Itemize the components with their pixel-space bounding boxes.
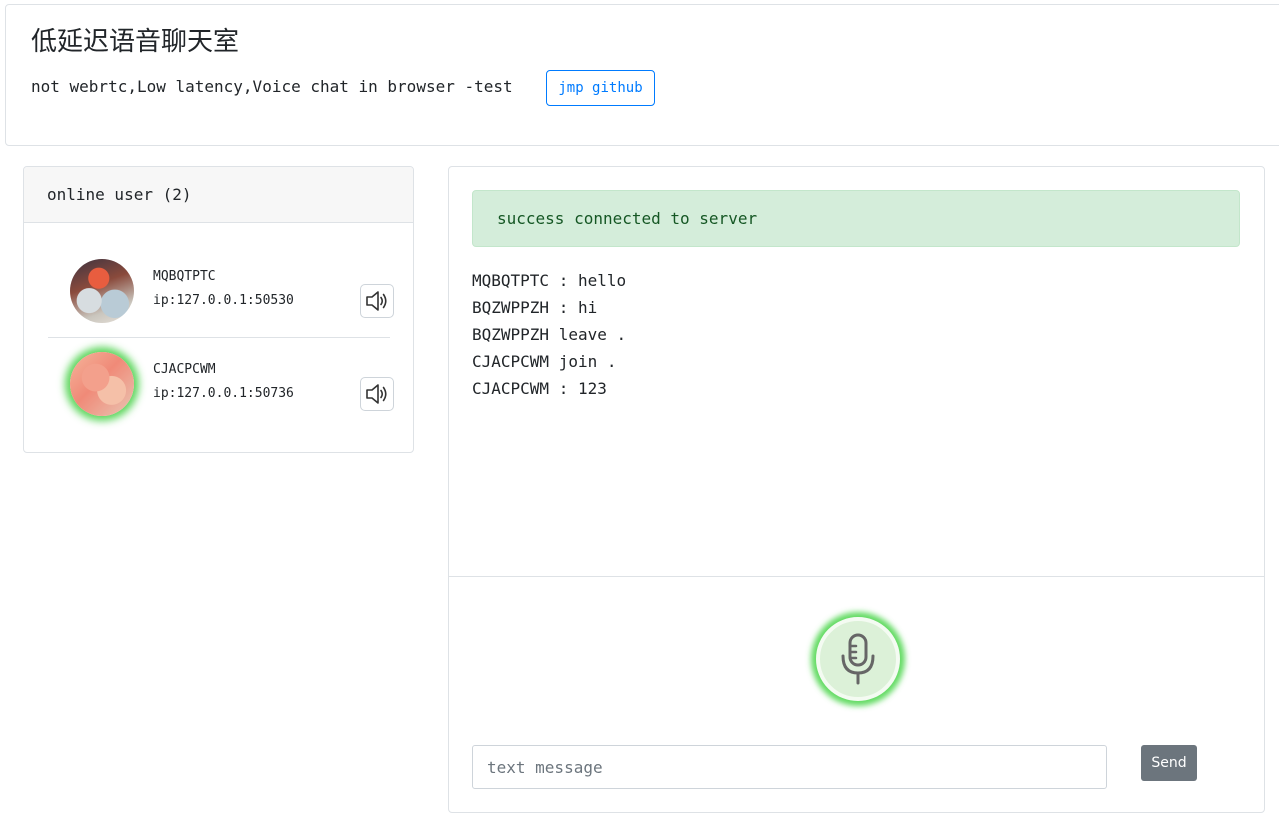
chat-card: success connected to server MQBQTPTC : h… [448, 166, 1265, 813]
online-users-card: online user (2) MQBQTPTC ip:127.0.0.1:50… [23, 166, 414, 453]
message-input[interactable] [472, 745, 1107, 789]
status-alert: success connected to server [472, 190, 1240, 247]
avatar [70, 352, 134, 416]
online-users-header: online user (2) [24, 167, 413, 223]
user-item: MQBQTPTC ip:127.0.0.1:50530 [48, 246, 394, 338]
user-name: CJACPCWM [153, 362, 216, 377]
microphone-button[interactable] [816, 617, 900, 701]
divider [449, 576, 1264, 577]
avatar [70, 259, 134, 323]
user-name: MQBQTPTC [153, 269, 216, 284]
mute-user-button[interactable] [360, 284, 394, 318]
chat-message: BQZWPPZH : hi [472, 298, 598, 317]
speaker-icon [366, 291, 387, 311]
github-button[interactable]: jmp github [546, 70, 655, 106]
speaker-icon [366, 384, 387, 404]
chat-message: CJACPCWM join . [472, 352, 617, 371]
page-title: 低延迟语音聊天室 [31, 27, 240, 57]
user-item: CJACPCWM ip:127.0.0.1:50736 [48, 339, 394, 431]
send-button[interactable]: Send [1141, 745, 1197, 781]
page-subtitle: not webrtc,Low latency,Voice chat in bro… [31, 77, 513, 96]
chat-message: BQZWPPZH leave . [472, 325, 627, 344]
mute-user-button[interactable] [360, 377, 394, 411]
user-ip: ip:127.0.0.1:50530 [153, 293, 294, 308]
message-list: MQBQTPTC : hello BQZWPPZH : hi BQZWPPZH … [472, 267, 1232, 402]
user-ip: ip:127.0.0.1:50736 [153, 386, 294, 401]
microphone-icon [841, 633, 875, 685]
page-header: 低延迟语音聊天室 not webrtc,Low latency,Voice ch… [5, 4, 1279, 146]
chat-message: CJACPCWM : 123 [472, 379, 607, 398]
chat-message: MQBQTPTC : hello [472, 271, 627, 290]
